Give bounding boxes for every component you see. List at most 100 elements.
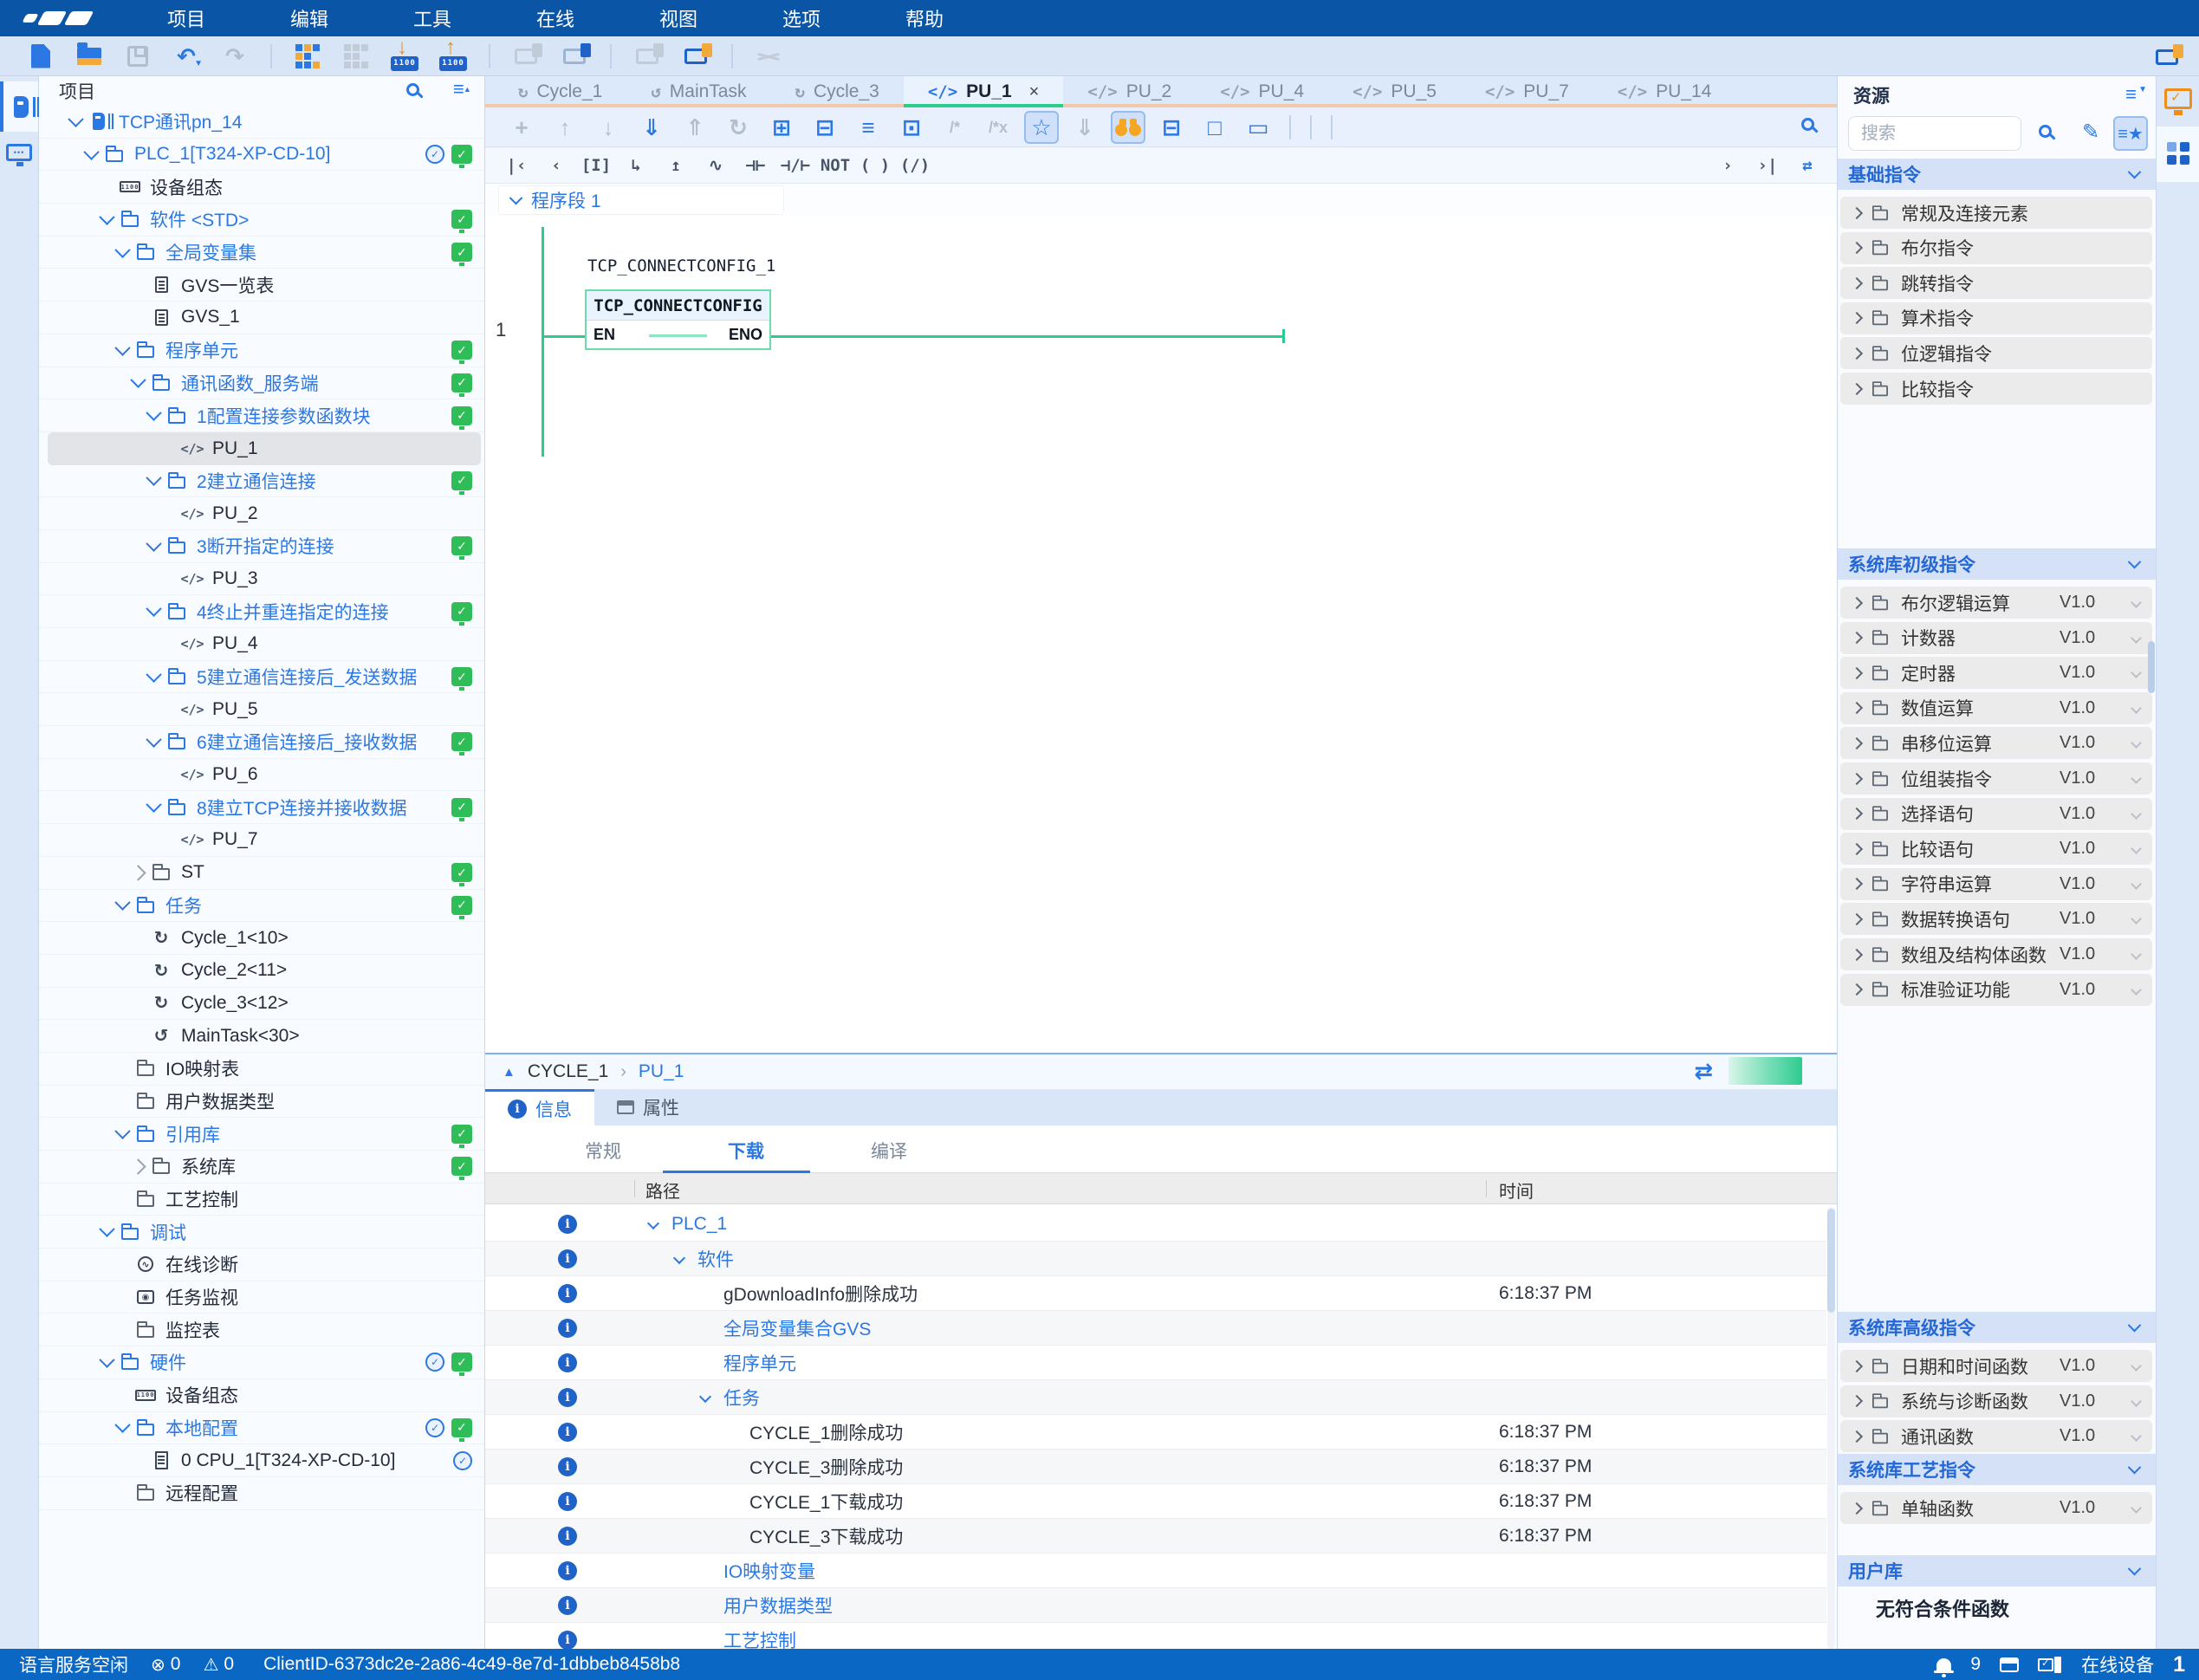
export-element-button[interactable]: ⇑ [678, 111, 712, 144]
item-chevron-icon[interactable] [1851, 702, 1863, 714]
split-horizontal-button[interactable]: ⊟ [1154, 111, 1189, 144]
log-scrollbar[interactable] [1827, 1207, 1835, 1649]
tree-item[interactable]: IO映射表 [39, 1053, 484, 1086]
menu-item-1[interactable]: 项目 [125, 4, 248, 32]
version-dropdown-icon[interactable] [2131, 597, 2142, 608]
tree-chevron-icon[interactable] [146, 666, 161, 682]
log-row-label[interactable]: 软件 [697, 1246, 734, 1272]
item-chevron-icon[interactable] [1851, 843, 1863, 855]
item-chevron-icon[interactable] [1851, 1395, 1863, 1407]
log-row[interactable]: iPLC_1 [485, 1207, 1826, 1242]
resource-item[interactable]: 定时器V1.0 [1840, 657, 2152, 689]
tree-item[interactable]: 通讯函数_服务端✓ [39, 367, 484, 400]
version-dropdown-icon[interactable] [2131, 843, 2142, 854]
favorites-button[interactable]: ☆ [1024, 111, 1059, 144]
tree-item[interactable]: 4终止并重连指定的连接✓ [39, 595, 484, 628]
new-project-button[interactable] [23, 39, 59, 74]
skip-to-end-button[interactable]: ›| [1750, 151, 1785, 180]
tree-item[interactable]: PLC_1[T324-XP-CD-10]✓✓ [39, 139, 484, 172]
tree-item[interactable]: TCP通讯pn_14 [39, 106, 484, 139]
network-view-button[interactable] [6, 144, 32, 170]
swap-view-button[interactable]: ⇄ [1790, 151, 1825, 180]
item-chevron-icon[interactable] [1851, 632, 1863, 644]
log-chevron-icon[interactable] [673, 1252, 685, 1264]
item-chevron-icon[interactable] [1851, 667, 1863, 679]
tree-item[interactable]: 设备组态 [39, 171, 484, 204]
tree-chevron-icon[interactable] [83, 144, 99, 159]
menu-item-5[interactable]: 视图 [617, 4, 740, 32]
tab-pu_1[interactable]: </>PU_1× [904, 76, 1064, 107]
item-chevron-icon[interactable] [1851, 1359, 1863, 1372]
network-collapse-icon[interactable] [509, 191, 523, 204]
comment-button[interactable]: ⊡ [894, 111, 929, 144]
subtab-2[interactable]: 下载 [728, 1138, 764, 1164]
tab-maintask[interactable]: ↺MainTask [626, 76, 770, 107]
connect-device-button[interactable] [508, 39, 544, 74]
tree-chevron-icon[interactable] [146, 405, 161, 421]
version-dropdown-icon[interactable] [2131, 879, 2142, 890]
resource-item[interactable]: 数据转换语句V1.0 [1840, 903, 2152, 935]
tree-chevron-icon[interactable] [99, 1352, 114, 1367]
resource-section-header[interactable]: 系统库工艺指令 [1838, 1454, 2156, 1485]
device-online-button[interactable] [678, 39, 714, 74]
version-dropdown-icon[interactable] [2131, 949, 2142, 960]
tree-chevron-icon[interactable] [99, 1222, 114, 1237]
resource-item[interactable]: 通讯函数V1.0 [1840, 1420, 2152, 1452]
log-row[interactable]: iCYCLE_1删除成功6:18:37 PM [485, 1415, 1826, 1450]
menu-item-4[interactable]: 在线 [494, 4, 617, 32]
coil-button[interactable]: ( ) [858, 151, 892, 180]
tree-item[interactable]: 3断开指定的连接✓ [39, 530, 484, 563]
breadcrumb-current[interactable]: PU_1 [639, 1061, 684, 1082]
import-element-button[interactable]: ⇓ [634, 111, 669, 144]
delete-network-button[interactable]: ⊟ [808, 111, 842, 144]
tree-chevron-icon[interactable] [68, 111, 83, 126]
block-pin-en[interactable]: EN [594, 326, 615, 344]
resource-item[interactable]: 日期和时间函数V1.0 [1840, 1350, 2152, 1382]
tree-chevron-icon[interactable] [130, 865, 146, 880]
tree-item[interactable]: ↻Cycle_1<10> [39, 922, 484, 955]
project-explorer-button[interactable] [0, 81, 38, 132]
log-row[interactable]: i全局变量集合GVS [485, 1311, 1826, 1346]
block-pin-eno[interactable]: ENO [729, 326, 762, 344]
item-chevron-icon[interactable] [1851, 808, 1863, 820]
step-forward-button[interactable]: › [1710, 151, 1745, 180]
tree-chevron-icon[interactable] [146, 535, 161, 551]
section-chevron-icon[interactable] [2128, 555, 2142, 568]
compile-button[interactable] [289, 39, 326, 74]
column-time[interactable]: 时间 [1499, 1177, 1534, 1203]
resource-item[interactable]: 标准验证功能V1.0 [1840, 974, 2152, 1006]
tree-item[interactable]: ↻Cycle_2<11> [39, 955, 484, 988]
panel-collapse-icon[interactable]: ▲ [503, 1065, 516, 1080]
subtab-1[interactable]: 常规 [585, 1138, 621, 1164]
tree-item[interactable]: 在线诊断 [39, 1249, 484, 1281]
tree-item[interactable]: ↻Cycle_3<12> [39, 988, 484, 1021]
item-chevron-icon[interactable] [1851, 878, 1863, 890]
item-chevron-icon[interactable] [1851, 948, 1863, 960]
log-row-label[interactable]: IO映射变量 [723, 1558, 815, 1584]
upload-program-button[interactable] [435, 39, 471, 74]
log-row[interactable]: i工艺控制 [485, 1623, 1826, 1649]
tree-item[interactable]: 本地配置✓✓ [39, 1412, 484, 1445]
warning-icon[interactable]: ⚠ [203, 1654, 218, 1676]
warning-count[interactable]: 0 [224, 1654, 234, 1675]
resource-section-header[interactable]: 基础指令 [1838, 159, 2156, 190]
tree-item[interactable]: 硬件✓✓ [39, 1346, 484, 1379]
resource-item[interactable]: 字符串运算V1.0 [1840, 868, 2152, 900]
resource-item[interactable]: 布尔指令 [1840, 232, 2152, 264]
step-back-button[interactable]: ‹ [539, 151, 574, 180]
device-settings-button[interactable] [2149, 40, 2185, 75]
contact-no-button[interactable]: ⊣⊢ [738, 151, 773, 180]
tree-item[interactable]: 监控表 [39, 1314, 484, 1346]
tab-cycle_1[interactable]: ↻Cycle_1 [494, 76, 626, 107]
tab-cycle_3[interactable]: ↻Cycle_3 [770, 76, 903, 107]
tree-item[interactable]: 任务监视 [39, 1281, 484, 1314]
section-chevron-icon[interactable] [2128, 1318, 2142, 1332]
online-search-button[interactable] [1111, 111, 1145, 144]
error-icon[interactable]: ⊗ [151, 1654, 165, 1676]
item-chevron-icon[interactable] [1851, 596, 1863, 608]
log-row[interactable]: i任务 [485, 1380, 1826, 1415]
tab-pu_5[interactable]: </>PU_5 [1328, 76, 1461, 107]
network-header-box[interactable]: 程序段 1 [498, 185, 784, 215]
version-dropdown-icon[interactable] [2131, 667, 2142, 678]
resource-item[interactable]: 常规及连接元素 [1840, 197, 2152, 229]
